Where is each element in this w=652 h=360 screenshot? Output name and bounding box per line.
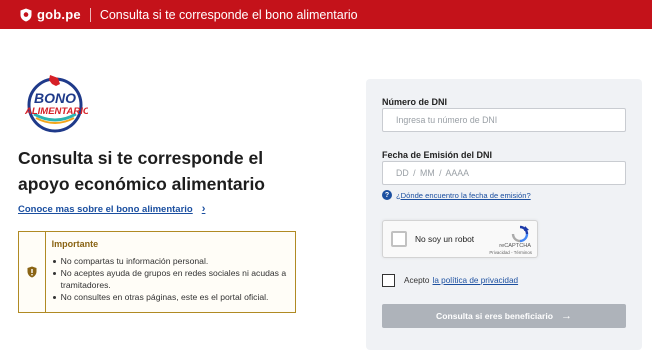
page-heading: Consulta si te corresponde el apoyo econ… — [18, 145, 338, 197]
issue-date-input[interactable] — [382, 161, 626, 185]
recaptcha-checkbox[interactable] — [391, 231, 407, 247]
gobpe-brand[interactable]: gob.pe — [19, 7, 81, 22]
important-notice: Importante No compartas tu información p… — [18, 231, 296, 313]
warning-shield-icon — [27, 266, 37, 278]
privacy-consent: Acepto la política de privacidad — [382, 274, 518, 287]
submit-button-label: Consulta si eres beneficiario — [435, 311, 553, 321]
dni-label: Número de DNI — [382, 97, 448, 107]
notice-item: No compartas tu información personal. — [52, 255, 289, 267]
chevron-right-icon: › — [201, 203, 206, 215]
issue-date-help-link: ¿Dónde encuentro la fecha de emisión? — [396, 190, 531, 200]
header-divider — [89, 7, 91, 22]
dni-input[interactable] — [382, 108, 626, 132]
privacy-policy-link[interactable]: la política de privacidad — [433, 276, 519, 285]
issue-date-help[interactable]: ? ¿Dónde encuentro la fecha de emisión? — [382, 190, 531, 200]
recaptcha-terms-link[interactable]: Privacidad - Términos — [489, 250, 532, 255]
notice-item: No consultes en otras páginas, este es e… — [52, 291, 289, 303]
notice-item: No aceptes ayuda de grupos en redes soci… — [52, 267, 289, 291]
recaptcha-logo-icon — [511, 225, 529, 243]
privacy-checkbox[interactable] — [382, 274, 395, 287]
heading-line-2: apoyo económico alimentario — [18, 174, 265, 194]
notice-title: Importante — [51, 239, 99, 249]
notice-icon-column — [19, 232, 46, 312]
bono-alimentario-logo: BONO ALIMENTARIO — [24, 75, 88, 133]
recaptcha-widget: No soy un robot reCAPTCHA Privacidad - T… — [382, 220, 538, 258]
header-title: Consulta si te corresponde el bono alime… — [99, 7, 358, 22]
more-info-link-label: Conoce mas sobre el bono alimentario — [18, 203, 193, 215]
gobpe-shield-icon — [20, 8, 32, 21]
info-icon: ? — [382, 190, 392, 200]
submit-button[interactable]: Consulta si eres beneficiario → — [382, 304, 626, 328]
more-info-link[interactable]: Conoce mas sobre el bono alimentario › — [18, 203, 205, 215]
issue-date-label: Fecha de Emisión del DNI — [382, 150, 493, 160]
top-bar: gob.pe Consulta si te corresponde el bon… — [0, 0, 652, 29]
notice-list: No compartas tu información personal. No… — [52, 255, 289, 303]
logo-text-alimentario: ALIMENTARIO — [24, 106, 88, 117]
arrow-right-icon: → — [561, 310, 572, 322]
notice-body: Importante No compartas tu información p… — [46, 232, 295, 312]
recaptcha-label: No soy un robot — [415, 234, 475, 244]
recaptcha-brand: reCAPTCHA — [499, 243, 531, 249]
heading-line-1: Consulta si te corresponde el — [18, 148, 264, 168]
brand-name: gob.pe — [37, 7, 81, 22]
logo-text-bono: BONO — [34, 90, 76, 106]
query-form-panel: Número de DNI Fecha de Emisión del DNI ?… — [366, 79, 642, 350]
privacy-prefix: Acepto — [404, 276, 430, 285]
